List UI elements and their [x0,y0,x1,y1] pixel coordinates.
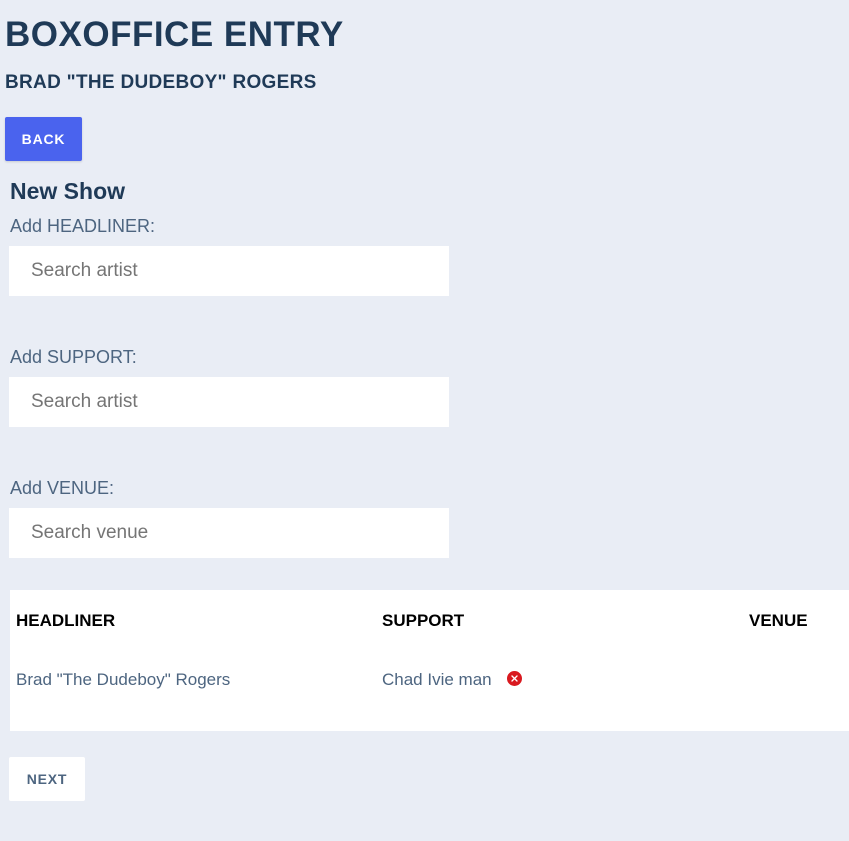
section-title: New Show [10,178,126,204]
next-button[interactable]: NEXT [9,757,85,801]
support-cell: Chad Ivie man [382,670,492,689]
headliner-cell: Brad "The Dudeboy" Rogers [16,670,231,689]
column-header-venue: VENUE [749,611,808,630]
headliner-label: Add HEADLINER: [10,216,156,236]
support-search-input[interactable] [9,377,449,427]
column-header-support: SUPPORT [382,611,465,630]
support-label: Add SUPPORT: [10,347,137,367]
user-name: BRAD "THE DUDEBOY" ROGERS [5,72,317,93]
page-title: BOXOFFICE ENTRY [5,15,344,54]
remove-support-icon[interactable] [507,671,522,686]
venue-label: Add VENUE: [10,478,115,498]
column-header-headliner: HEADLINER [16,611,116,630]
show-table: HEADLINER SUPPORT VENUE Brad "The Dudebo… [10,590,849,731]
back-button[interactable]: BACK [5,117,82,161]
headliner-search-input[interactable] [9,246,449,296]
venue-search-input[interactable] [9,508,449,558]
